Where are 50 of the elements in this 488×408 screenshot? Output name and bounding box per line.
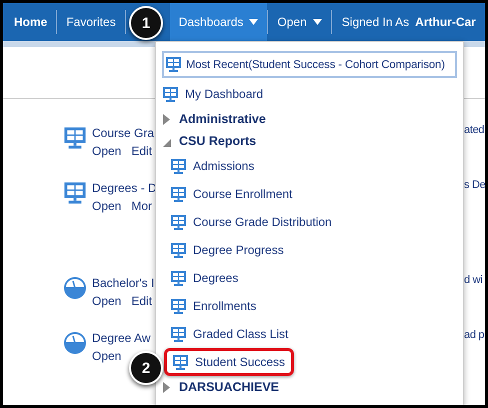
menu-item[interactable]: Degree Progress <box>193 243 284 257</box>
dashboard-icon <box>63 181 87 205</box>
action-link[interactable]: Open <box>92 197 122 215</box>
action-link[interactable]: Mor <box>131 197 152 215</box>
item-title[interactable]: Course Gra <box>92 124 154 142</box>
recent-menu-item[interactable]: Most Recent(Student Success - Cohort Comparison) <box>162 51 457 78</box>
dashboard-icon <box>170 214 187 230</box>
nav-link[interactable]: Dashboards <box>170 3 268 41</box>
action-link[interactable]: Edit <box>131 292 152 310</box>
dashboard-icon <box>170 158 187 174</box>
folder-label[interactable]: Administrative <box>179 112 266 126</box>
user-name[interactable]: Arthur-Car <box>415 15 476 29</box>
menu-item[interactable]: Course Grade Distribution <box>193 215 332 229</box>
dashboard-icon <box>172 354 189 370</box>
item-description: ad p <box>464 329 485 343</box>
item-description: ated <box>464 124 485 138</box>
action-link[interactable]: Open <box>92 142 122 160</box>
dashboard-icon <box>165 56 182 73</box>
item-title[interactable]: Bachelor's I <box>92 274 154 292</box>
gauge-icon <box>63 276 87 300</box>
menu-item[interactable]: Enrollments <box>193 299 256 313</box>
gauge-icon <box>63 331 87 355</box>
dashboard-icon <box>170 298 187 314</box>
nav-link[interactable]: Open <box>268 3 331 41</box>
item-description: s De <box>464 179 485 193</box>
expand-icon[interactable] <box>162 114 171 124</box>
folder-label[interactable]: CSU Reports <box>179 134 256 148</box>
dashboard-icon <box>170 242 187 258</box>
dashboard-icon <box>170 270 187 286</box>
menu-item[interactable]: Admissions <box>193 159 254 173</box>
nav-link[interactable]: Favorites <box>57 3 125 41</box>
dashboard-icon <box>170 186 187 202</box>
menu-item[interactable]: Student Success <box>195 355 286 369</box>
menu-item[interactable]: My Dashboard <box>185 87 264 101</box>
dashboard-icon <box>162 86 179 102</box>
item-description: d wi <box>464 274 484 288</box>
expand-icon[interactable] <box>162 382 171 392</box>
dashboard-icon <box>170 326 187 342</box>
dashboard-icon <box>63 126 87 150</box>
folder-label[interactable]: DARSUACHIEVE <box>179 380 280 394</box>
item-title[interactable]: Degree Aw <box>92 329 150 347</box>
signed-in-label: Signed In As <box>342 15 410 29</box>
action-link[interactable]: Open <box>92 292 122 310</box>
step-number: 2 <box>129 351 163 385</box>
action-link[interactable]: Open <box>92 347 122 365</box>
menu-item[interactable]: Degrees <box>193 271 238 285</box>
action-link[interactable]: Edit <box>131 142 152 160</box>
menu-item[interactable]: Course Enrollment <box>193 187 292 201</box>
menu-item[interactable]: Graded Class List <box>193 327 288 341</box>
nav-link[interactable]: Home <box>5 3 56 41</box>
